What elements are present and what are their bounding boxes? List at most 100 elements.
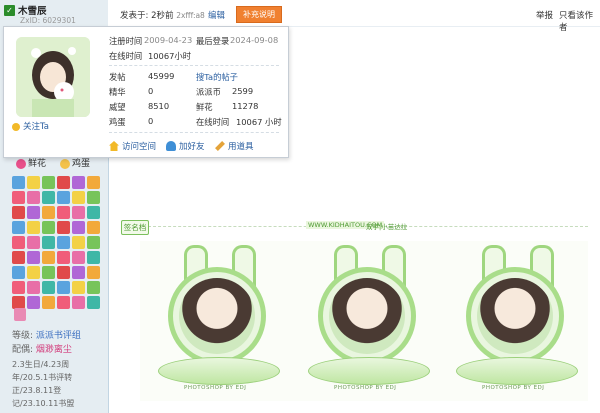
flower-label: 鲜花 bbox=[28, 159, 47, 169]
follow-button[interactable]: 关注Ta bbox=[12, 120, 49, 132]
reg-time-value: 2009-04-23 bbox=[144, 35, 193, 45]
medal-icon[interactable] bbox=[14, 308, 26, 321]
medal-icon[interactable] bbox=[12, 281, 25, 294]
follow-label: 关注Ta bbox=[23, 122, 49, 132]
last-login-value: 2024-09-08 bbox=[230, 35, 279, 45]
medal-icon[interactable] bbox=[27, 236, 40, 249]
report-link[interactable]: 举报 bbox=[536, 9, 553, 21]
medal-icon[interactable] bbox=[57, 236, 70, 249]
stat-value: 2599 bbox=[232, 86, 254, 96]
medal-icon[interactable] bbox=[72, 176, 85, 189]
medal-icon[interactable] bbox=[72, 251, 85, 264]
medal-icon[interactable] bbox=[87, 266, 100, 279]
medal-icon[interactable] bbox=[87, 236, 100, 249]
medal-icon[interactable] bbox=[27, 281, 40, 294]
medal-icon[interactable] bbox=[42, 176, 55, 189]
add-friend-button[interactable]: 加好友 bbox=[166, 140, 205, 152]
user-zxid: ZxID: 6029301 bbox=[20, 16, 76, 25]
medal-icon[interactable] bbox=[27, 221, 40, 234]
home-icon bbox=[109, 141, 119, 151]
only-author-link[interactable]: 只看该作者 bbox=[559, 9, 600, 33]
wand-icon bbox=[215, 141, 225, 151]
use-item-button[interactable]: 用道具 bbox=[215, 140, 254, 152]
level-label: 等级: bbox=[12, 331, 34, 341]
visit-space-label: 访问空间 bbox=[122, 142, 157, 152]
online-time-value: 10067小时 bbox=[148, 51, 191, 61]
stat-value: 0 bbox=[148, 86, 154, 96]
medal-icon[interactable] bbox=[72, 236, 85, 249]
last-login-label: 最后登录 bbox=[196, 36, 230, 46]
avatar-frame: PHOTOSHOP BY EDJ bbox=[300, 245, 436, 397]
medal-icon[interactable] bbox=[72, 221, 85, 234]
medal-icon[interactable] bbox=[87, 191, 100, 204]
divider bbox=[109, 65, 279, 66]
medal-icon[interactable] bbox=[57, 221, 70, 234]
medal-icon[interactable] bbox=[12, 251, 25, 264]
medal-icon[interactable] bbox=[27, 296, 40, 309]
medal-icon[interactable] bbox=[57, 251, 70, 264]
medal-icon[interactable] bbox=[57, 176, 70, 189]
medal-icon[interactable] bbox=[12, 236, 25, 249]
verified-icon: ✓ bbox=[4, 4, 15, 16]
medal-icon[interactable] bbox=[42, 251, 55, 264]
medal-icon[interactable] bbox=[42, 296, 55, 309]
user-name[interactable]: 木雪辰 bbox=[18, 3, 47, 17]
medal-icon[interactable] bbox=[27, 191, 40, 204]
use-item-label: 用道具 bbox=[228, 142, 254, 152]
medal-icon[interactable] bbox=[57, 281, 70, 294]
avatar[interactable] bbox=[16, 37, 90, 117]
online-time-label: 在线时间 bbox=[109, 51, 143, 61]
search-posts-link[interactable]: 搜Ta的帖子 bbox=[196, 71, 238, 83]
medal-icon[interactable] bbox=[42, 266, 55, 279]
post-time-text: 发表于: 2秒前 bbox=[120, 11, 174, 21]
user-level: 等级: 派派书评组 bbox=[12, 328, 81, 341]
stat-value: 11278 bbox=[232, 101, 259, 111]
medal-icon[interactable] bbox=[87, 296, 100, 309]
medal-icon[interactable] bbox=[42, 206, 55, 219]
medal-icon[interactable] bbox=[72, 296, 85, 309]
avatar-frame: PHOTOSHOP BY EDJ bbox=[448, 245, 584, 397]
medal-icon[interactable] bbox=[12, 176, 25, 189]
medal-icon[interactable] bbox=[42, 191, 55, 204]
add-friend-icon bbox=[166, 141, 176, 151]
medal-icon[interactable] bbox=[27, 206, 40, 219]
add-friend-label: 加好友 bbox=[179, 142, 205, 152]
medal-icon[interactable] bbox=[72, 266, 85, 279]
medal-icon[interactable] bbox=[27, 251, 40, 264]
egg-label: 鸡蛋 bbox=[72, 159, 91, 169]
medal-icon[interactable] bbox=[12, 266, 25, 279]
medal-icon[interactable] bbox=[72, 281, 85, 294]
medal-icon[interactable] bbox=[57, 296, 70, 309]
egg-icon bbox=[60, 158, 71, 169]
medal-icon[interactable] bbox=[87, 281, 100, 294]
edit-link[interactable]: 编辑 bbox=[208, 9, 225, 21]
stat-value: 10067 小时 bbox=[236, 117, 282, 127]
medal-icon[interactable] bbox=[27, 266, 40, 279]
medal-icon[interactable] bbox=[27, 176, 40, 189]
stat-label: 鲜花 bbox=[196, 102, 213, 112]
medal-icon[interactable] bbox=[12, 206, 25, 219]
medal-icon[interactable] bbox=[42, 221, 55, 234]
user-profile-card: 关注Ta 注册时间 2009-04-23 最后登录 2024-09-08 在线时… bbox=[3, 26, 289, 158]
medal-icon[interactable] bbox=[42, 236, 55, 249]
medal-icon[interactable] bbox=[87, 251, 100, 264]
user-name-row: ✓ 木雪辰 bbox=[4, 3, 47, 17]
medal-icon[interactable] bbox=[57, 206, 70, 219]
post-ip: 2xfff:a8 bbox=[176, 11, 205, 20]
medal-icon[interactable] bbox=[87, 206, 100, 219]
medal-icon[interactable] bbox=[87, 176, 100, 189]
spouse-value[interactable]: 烟渺离尘 bbox=[36, 345, 72, 355]
medal-icon[interactable] bbox=[57, 266, 70, 279]
medal-icon[interactable] bbox=[72, 191, 85, 204]
medal-icon[interactable] bbox=[72, 206, 85, 219]
visit-space-button[interactable]: 访问空间 bbox=[109, 140, 156, 152]
medal-icon[interactable] bbox=[12, 221, 25, 234]
medal-icon[interactable] bbox=[57, 191, 70, 204]
medal-icon[interactable] bbox=[42, 281, 55, 294]
stat-label: 威望 bbox=[109, 102, 126, 112]
level-value[interactable]: 派派书评组 bbox=[36, 331, 81, 341]
medal-icon[interactable] bbox=[87, 221, 100, 234]
medal-icon[interactable] bbox=[12, 191, 25, 204]
supplement-button[interactable]: 补充说明 bbox=[236, 6, 282, 23]
signature-image: PHOTOSHOP BY EDJ PHOTOSHOP BY EDJ PHOTOS… bbox=[140, 241, 588, 401]
